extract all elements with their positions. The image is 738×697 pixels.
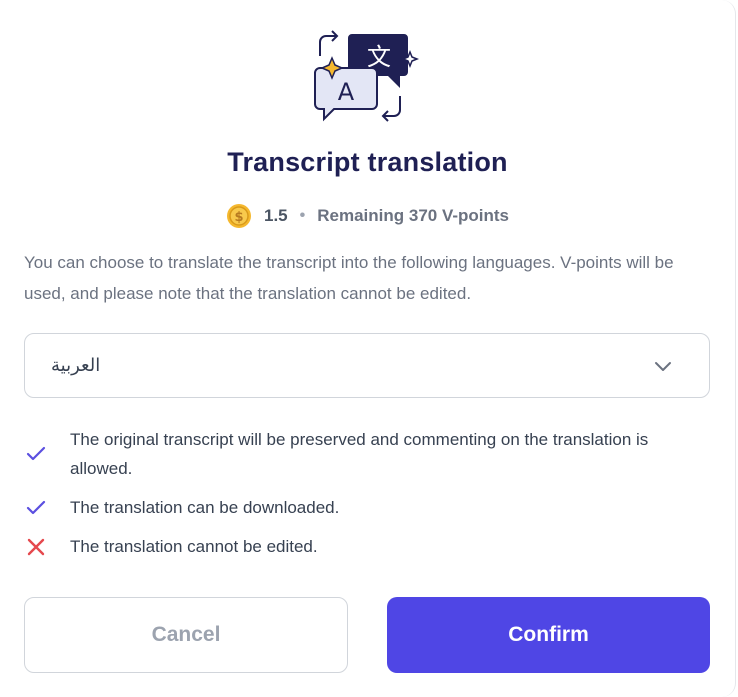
check-icon xyxy=(26,446,46,461)
feature-item: The original transcript will be preserve… xyxy=(24,425,714,483)
translation-dialog: 文 A Transcript translation $ 1.5 • Remai… xyxy=(0,0,736,697)
cancel-button[interactable]: Cancel xyxy=(24,597,348,673)
language-select[interactable]: العربية xyxy=(24,333,710,398)
feature-list: The original transcript will be preserve… xyxy=(24,425,714,571)
cost-row: $ 1.5 • Remaining 370 V-points xyxy=(0,203,735,229)
dialog-description: You can choose to translate the transcri… xyxy=(24,253,674,303)
check-icon xyxy=(26,500,46,514)
remaining-points: Remaining 370 V-points xyxy=(317,206,509,225)
svg-text:A: A xyxy=(338,78,355,106)
svg-text:$: $ xyxy=(234,210,243,225)
selected-language: العربية xyxy=(51,355,101,376)
feature-item: The translation cannot be edited. xyxy=(24,532,714,561)
confirm-button[interactable]: Confirm xyxy=(387,597,710,673)
feature-item: The translation can be downloaded. xyxy=(24,493,714,522)
cost-value: 1.5 xyxy=(263,206,288,225)
coin-icon: $ xyxy=(226,204,251,228)
dialog-title: Transcript translation xyxy=(227,147,508,177)
feature-text: The translation can be downloaded. xyxy=(70,498,340,517)
cross-icon xyxy=(27,538,45,555)
feature-text: The translation cannot be edited. xyxy=(70,537,318,556)
chevron-down-icon xyxy=(655,361,671,371)
button-row: Cancel Confirm xyxy=(24,597,710,673)
svg-text:文: 文 xyxy=(367,43,391,71)
feature-text: The original transcript will be preserve… xyxy=(70,430,649,478)
translate-illustration-icon: 文 A xyxy=(314,30,420,122)
separator-dot: • xyxy=(299,207,306,224)
